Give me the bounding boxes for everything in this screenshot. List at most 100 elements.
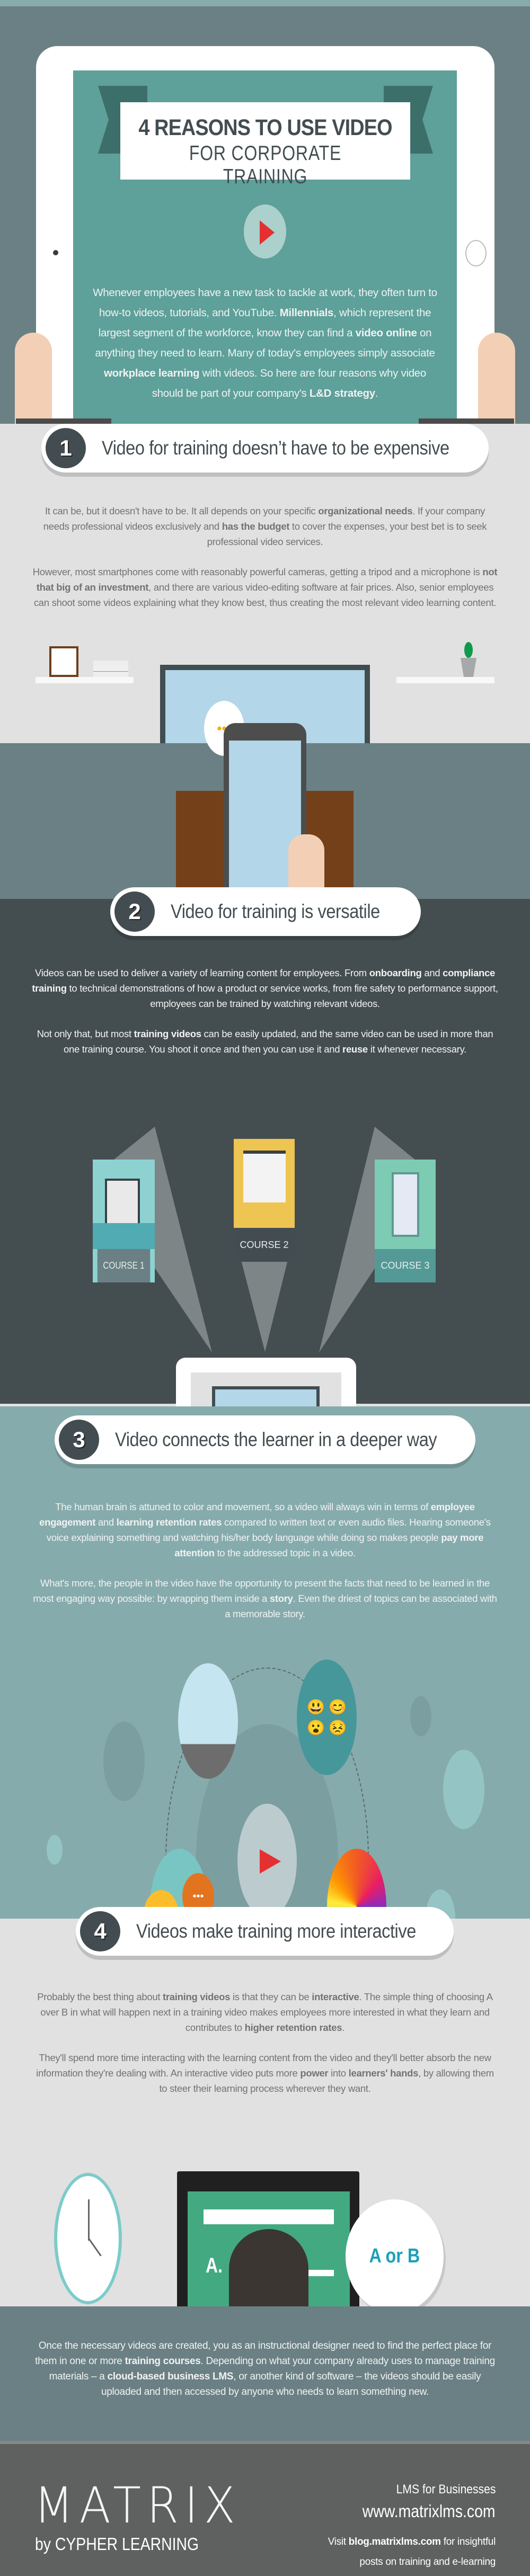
body-text: . [375, 387, 378, 399]
page-title: 4 REASONS TO USE VIDEO [138, 115, 392, 140]
emphasis-text: reuse [342, 1044, 368, 1055]
plant-icon [457, 642, 480, 677]
emphasis-text: interactive [312, 1991, 359, 2002]
course-card-2[interactable]: COURSE 2 [234, 1139, 295, 1262]
paragraph: However, most smartphones come with reas… [32, 564, 498, 610]
running-man-circle [178, 1663, 238, 1779]
section-number-badge: 1 [46, 428, 86, 468]
paragraph: Probably the best thing about training v… [32, 1989, 498, 2035]
body-text: Visit [328, 2536, 349, 2547]
thought-bubble: A or B [346, 2199, 444, 2313]
section-2-text: Videos can be used to deliver a variety … [32, 965, 498, 1072]
section-number-badge: 2 [114, 892, 155, 932]
paragraph: What's more, the people in the video hav… [32, 1575, 498, 1621]
emphasis-text: workplace learning [103, 367, 200, 379]
decor-circle [47, 1835, 63, 1865]
wall-shelf-left [36, 677, 134, 683]
thought-bubble-text: A or B [369, 2245, 420, 2267]
emphasis-text: L&D strategy [309, 387, 375, 399]
option-a-label: A. [206, 2254, 223, 2277]
closing-section: Once the necessary videos are created, y… [0, 2306, 530, 2446]
body-text: and [95, 1517, 117, 1528]
laughing-face-icon: 😃 [306, 1699, 325, 1715]
body-text: Probably the best thing about [37, 1991, 163, 2002]
body-text: is that they can be [230, 1991, 312, 2002]
surprised-face-icon: 😮 [306, 1719, 325, 1736]
section-title: Video connects the learner in a deeper w… [115, 1429, 437, 1450]
body-text: to the addressed topic in a video. [214, 1547, 356, 1558]
wall-clock-icon [54, 2173, 122, 2304]
section-3: 3 Video connects the learner in a deeper… [0, 1406, 530, 2115]
books-icon [93, 661, 128, 677]
emphasis-text: training courses [125, 2356, 201, 2367]
emphasis-text: cloud-based business LMS [107, 2371, 234, 2382]
emphasis-text: learning retention rates [116, 1517, 222, 1528]
body-text: The human brain is attuned to color and … [55, 1501, 431, 1512]
matrix-logo: MATRIX [34, 2477, 241, 2535]
course-card-1[interactable]: COURSE 1 [93, 1160, 155, 1282]
section-number-badge: 4 [80, 1911, 120, 1951]
body-text: it whenever necessary. [367, 1044, 467, 1055]
paragraph: It can be, but it doesn't have to be. It… [32, 503, 498, 549]
picture-frame-icon [49, 646, 78, 677]
laptop-code-icon [105, 1179, 140, 1225]
title-banner: 4 REASONS TO USE VIDEO FOR CORPORATE TRA… [120, 102, 410, 188]
paragraph: Not only that, but most training videos … [32, 1026, 498, 1057]
body-text: However, most smartphones come with reas… [32, 566, 483, 577]
section-1: 1 Video for training doesn’t have to be … [0, 424, 530, 999]
body-text: into [328, 2067, 349, 2079]
body-text: and [421, 967, 443, 978]
emoji-faces-circle: 😃 😊 😮 😣 [297, 1660, 357, 1775]
body-text: to technical demonstrations of how a pro… [66, 983, 498, 1009]
emphasis-text: power [300, 2067, 329, 2079]
section-4-heading: 4 Videos make training more interactive [76, 1907, 454, 1956]
section-2-heading: 2 Video for training is versatile [110, 887, 421, 936]
emphasis-text: organizational needs [318, 505, 413, 516]
play-button[interactable] [244, 204, 286, 259]
section-title: Videos make training more interactive [136, 1920, 416, 1942]
section-1-heading: 1 Video for training doesn’t have to be … [41, 424, 489, 473]
center-play-button[interactable] [237, 1804, 297, 1918]
byline: by CYPHER LEARNING [35, 2534, 199, 2554]
decor-circle [443, 1750, 484, 1829]
section-3-heading: 3 Video connects the learner in a deeper… [55, 1415, 475, 1464]
emphasis-text: training videos [134, 1028, 201, 1039]
play-icon [260, 1849, 281, 1874]
course-card-3[interactable]: COURSE 3 [375, 1160, 436, 1282]
body-text: Videos can be used to deliver a variety … [35, 967, 369, 978]
tagline: LMS for Businesses [396, 2482, 496, 2497]
decor-circle [410, 1696, 431, 1736]
section-3-text: The human brain is attuned to color and … [32, 1499, 498, 1636]
decor-circle [103, 1722, 145, 1801]
section-2: 2 Video for training is versatile Videos… [0, 887, 530, 1602]
tablet-camera-icon [53, 250, 58, 255]
footer: MATRIX by CYPHER LEARNING LMS for Busine… [0, 2444, 530, 2576]
emphasis-text: story [269, 1593, 293, 1604]
monitor-icon [243, 1151, 286, 1202]
body-text: Not only that, but most [37, 1028, 134, 1039]
paragraph: Videos can be used to deliver a variety … [32, 965, 498, 1011]
emphasis-text: onboarding [369, 967, 422, 978]
section-4: 4 Videos make training more interactive … [0, 1907, 530, 2515]
page-subtitle: FOR CORPORATE TRAINING [189, 142, 342, 188]
header-section: 4 REASONS TO USE VIDEO FOR CORPORATE TRA… [0, 0, 530, 459]
section-number-badge: 3 [59, 1420, 99, 1460]
closing-text: Once the necessary videos are created, y… [32, 2338, 498, 2400]
emphasis-text: video online [355, 327, 417, 339]
website-link[interactable]: www.matrixlms.com [363, 2501, 496, 2521]
wall-shelf-right [396, 677, 494, 683]
smiling-face-icon: 😊 [328, 1699, 347, 1715]
emphasis-text: has the budget [222, 521, 290, 532]
section-1-text: It can be, but it doesn't have to be. It… [32, 503, 498, 625]
emphasis-text: training videos [163, 1991, 231, 2002]
course-label: COURSE 2 [234, 1228, 295, 1262]
blog-visit-text[interactable]: Visit blog.matrixlms.com for insightful … [321, 2532, 496, 2572]
body-text: It can be, but it doesn't have to be. It… [45, 505, 319, 516]
tablet-home-button-icon[interactable] [465, 240, 487, 266]
body-text: . [342, 2022, 345, 2033]
paragraph: They'll spend more time interacting with… [32, 2050, 498, 2096]
course-label: COURSE 3 [375, 1249, 436, 1282]
emphasis-text: Millennials [279, 307, 334, 319]
intro-text: Whenever employees have a new task to ta… [93, 283, 437, 404]
frustrated-face-icon: 😣 [328, 1719, 347, 1736]
